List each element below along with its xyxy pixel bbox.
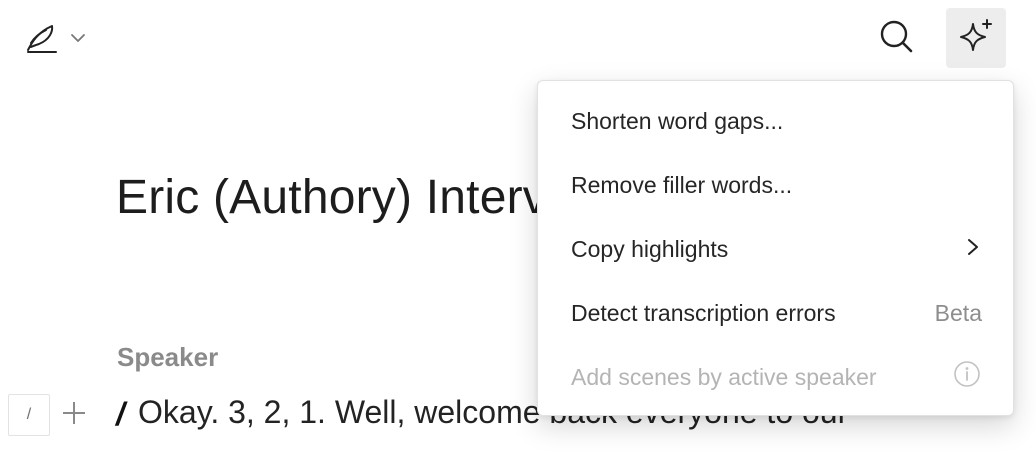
ai-actions-menu: Shorten word gaps... Remove filler words…	[537, 80, 1014, 416]
search-icon	[879, 19, 913, 58]
menu-item-label: Detect transcription errors	[571, 299, 836, 326]
line-marker-button[interactable]: /	[8, 394, 50, 436]
chevron-right-icon	[965, 236, 981, 263]
menu-item-label: Add scenes by active speaker	[571, 363, 877, 390]
search-button[interactable]	[872, 14, 920, 62]
ai-actions-button[interactable]	[946, 8, 1006, 68]
speaker-label[interactable]: Speaker	[117, 342, 218, 373]
info-icon[interactable]	[953, 360, 981, 394]
menu-item-copy-highlights[interactable]: Copy highlights	[538, 217, 1013, 281]
menu-item-label: Shorten word gaps...	[571, 107, 784, 134]
app-menu-button[interactable]	[22, 16, 106, 60]
menu-item-detect-transcription-errors[interactable]: Detect transcription errors Beta	[538, 281, 1013, 345]
menu-item-remove-filler-words[interactable]: Remove filler words...	[538, 153, 1013, 217]
chevron-down-icon	[70, 32, 86, 44]
sparkle-icon	[958, 18, 994, 59]
editor-page: Eric (Authory) Interv Speaker / / Okay. …	[0, 0, 1036, 456]
beta-badge: Beta	[934, 299, 982, 326]
menu-item-label: Remove filler words...	[571, 171, 793, 198]
plus-icon	[61, 400, 87, 431]
add-block-button[interactable]	[58, 398, 90, 432]
menu-item-label: Copy highlights	[571, 235, 729, 262]
feather-icon	[22, 20, 60, 56]
menu-item-add-scenes-by-active-speaker: Add scenes by active speaker	[538, 345, 1013, 409]
document-title[interactable]: Eric (Authory) Interv	[116, 170, 547, 225]
menu-item-shorten-word-gaps[interactable]: Shorten word gaps...	[538, 89, 1013, 153]
text-cursor: /	[116, 396, 125, 432]
